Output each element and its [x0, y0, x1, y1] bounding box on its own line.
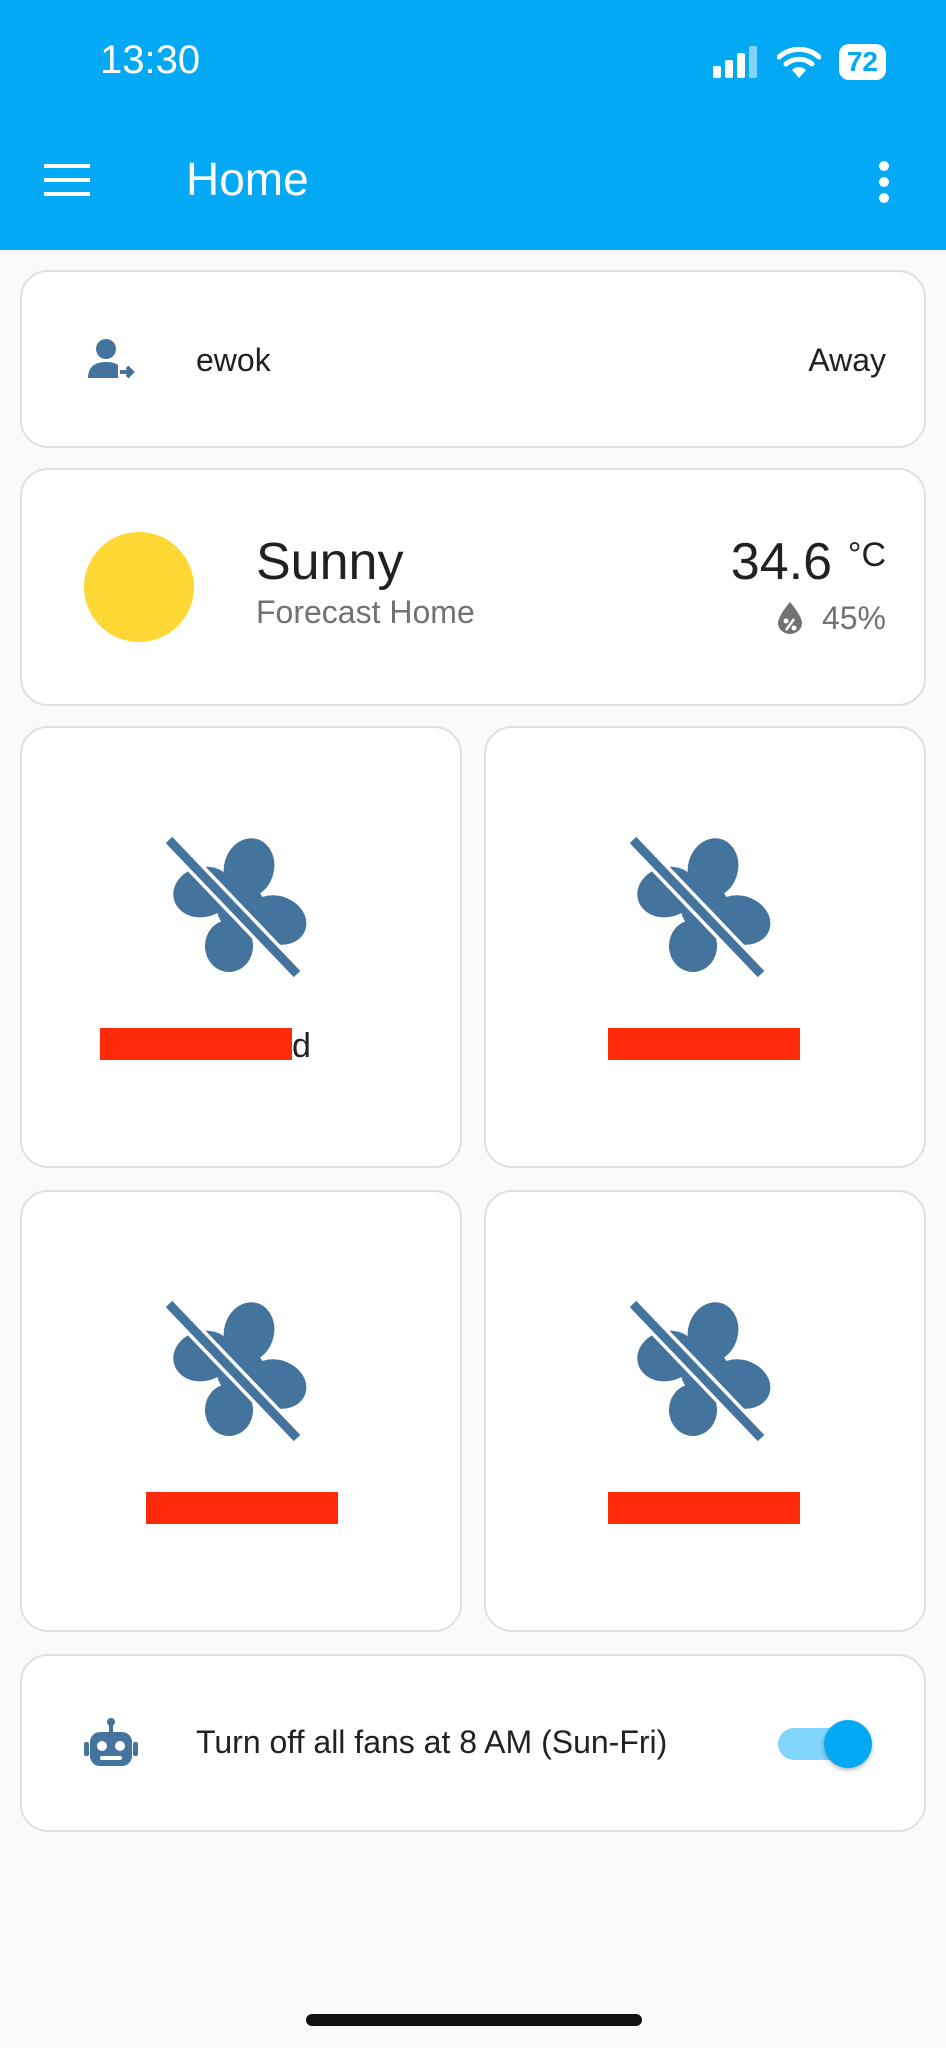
toggle-thumb — [824, 1720, 872, 1768]
weather-card[interactable]: Sunny Forecast Home 34.6 °C 45% — [20, 468, 926, 706]
signal-icon — [712, 46, 757, 78]
person-state: Away — [808, 342, 886, 378]
fan-tile-4[interactable] — [484, 1190, 926, 1632]
weather-humidity: 45% — [821, 600, 886, 636]
weather-subtitle: Forecast Home — [256, 594, 475, 630]
fan-name — [608, 1492, 802, 1532]
person-name: ewok — [196, 342, 271, 378]
automation-card[interactable]: Turn off all fans at 8 AM (Sun-Fri) — [20, 1654, 926, 1832]
temperature-unit: °C — [847, 536, 886, 574]
status-time: 13:30 — [100, 38, 201, 82]
fan-tile-3[interactable] — [20, 1190, 462, 1632]
fan-name — [146, 1492, 340, 1532]
battery-indicator: 72 — [838, 44, 886, 80]
automation-label: Turn off all fans at 8 AM (Sun-Fri) — [196, 1724, 668, 1760]
fan-off-icon — [163, 834, 307, 980]
redaction-bar — [608, 1028, 800, 1060]
sunny-icon — [84, 532, 194, 642]
weather-temperature: 34.6 — [730, 533, 832, 591]
status-icons: 72 — [712, 44, 886, 80]
redaction-bar — [100, 1028, 292, 1060]
fan-tile-1[interactable]: d — [20, 726, 462, 1168]
redaction-bar — [608, 1492, 800, 1524]
home-indicator — [306, 2014, 642, 2026]
fan-name-text: d — [292, 1027, 311, 1065]
menu-icon[interactable] — [44, 162, 90, 198]
page-title: Home — [186, 153, 309, 205]
automation-toggle[interactable] — [778, 1716, 874, 1772]
person-card[interactable]: ewok Away — [20, 270, 926, 448]
app-header: 13:30 72 Home — [0, 0, 946, 250]
fan-name: d — [100, 1027, 320, 1068]
fan-name — [608, 1028, 802, 1068]
redaction-bar — [146, 1492, 338, 1524]
fan-off-icon — [627, 834, 771, 980]
fan-tile-2[interactable] — [484, 726, 926, 1168]
water-percent-icon — [778, 602, 802, 634]
account-arrow-right-icon — [88, 339, 135, 379]
robot-icon — [84, 1718, 138, 1766]
weather-condition: Sunny — [256, 533, 404, 591]
wifi-icon — [776, 46, 821, 78]
more-options-icon[interactable] — [878, 160, 890, 204]
fan-off-icon — [627, 1298, 771, 1444]
fan-off-icon — [163, 1298, 307, 1444]
